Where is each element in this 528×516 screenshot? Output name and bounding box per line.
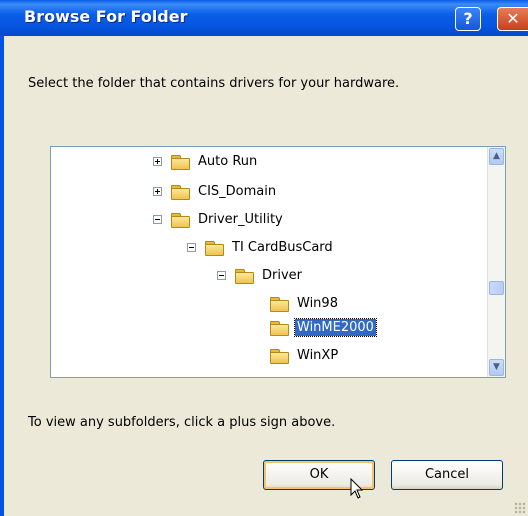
folder-icon <box>204 239 224 256</box>
folder-tree[interactable]: Auto Run CIS_Domain Driver_Utility TI Ca… <box>50 146 506 378</box>
scrollbar-thumb[interactable] <box>489 281 504 295</box>
tree-item-label: Win98 <box>297 295 338 311</box>
tree-item-winxp[interactable]: WinXP <box>269 345 340 365</box>
hint-text: To view any subfolders, click a plus sig… <box>28 415 336 430</box>
help-button[interactable]: ? <box>455 7 481 31</box>
expand-plus-icon[interactable] <box>153 186 162 196</box>
tree-item-auto-run[interactable]: Auto Run <box>153 151 259 171</box>
resize-grip-icon[interactable] <box>514 502 526 514</box>
tree-item-label: CIS_Domain <box>198 183 277 199</box>
instruction-text: Select the folder that contains drivers … <box>28 76 400 91</box>
tree-item-winme2000[interactable]: WinME2000 <box>269 317 377 337</box>
cancel-button[interactable]: Cancel <box>391 460 503 490</box>
tree-item-label: Auto Run <box>198 153 258 169</box>
close-button[interactable]: ✕ <box>497 7 528 31</box>
vertical-scrollbar[interactable]: ▲ ▼ <box>487 147 505 377</box>
folder-icon <box>170 211 190 228</box>
tree-item-win98[interactable]: Win98 <box>269 293 340 313</box>
tree-item-cis-domain[interactable]: CIS_Domain <box>153 181 278 201</box>
tree-item-label: Driver_Utility <box>198 211 283 227</box>
folder-icon <box>170 183 190 200</box>
scroll-up-arrow-icon[interactable]: ▲ <box>489 148 504 165</box>
mouse-cursor-icon <box>350 478 364 499</box>
tree-item-label: Driver <box>262 267 303 283</box>
tree-item-driver[interactable]: Driver <box>217 265 304 285</box>
tree-item-label-selected: WinME2000 <box>294 317 377 337</box>
browse-for-folder-dialog: Browse For Folder ? ✕ Select the folder … <box>0 0 528 516</box>
collapse-minus-icon[interactable] <box>153 214 162 224</box>
folder-icon <box>269 319 289 336</box>
tree-item-driver-utility[interactable]: Driver_Utility <box>153 209 285 229</box>
tree-item-label: WinXP <box>297 347 339 363</box>
title-bar[interactable]: Browse For Folder ? ✕ <box>0 0 528 36</box>
folder-icon <box>269 295 289 312</box>
scroll-down-arrow-icon[interactable]: ▼ <box>489 359 504 376</box>
collapse-minus-icon[interactable] <box>217 270 226 280</box>
folder-icon <box>234 267 254 284</box>
expand-plus-icon[interactable] <box>153 156 162 166</box>
tree-item-ti-cardbuscard[interactable]: TI CardBusCard <box>187 237 335 257</box>
folder-icon <box>170 153 190 170</box>
folder-icon <box>269 347 289 364</box>
dialog-title: Browse For Folder <box>24 7 188 26</box>
collapse-minus-icon[interactable] <box>187 242 196 252</box>
tree-item-label: TI CardBusCard <box>232 239 333 255</box>
